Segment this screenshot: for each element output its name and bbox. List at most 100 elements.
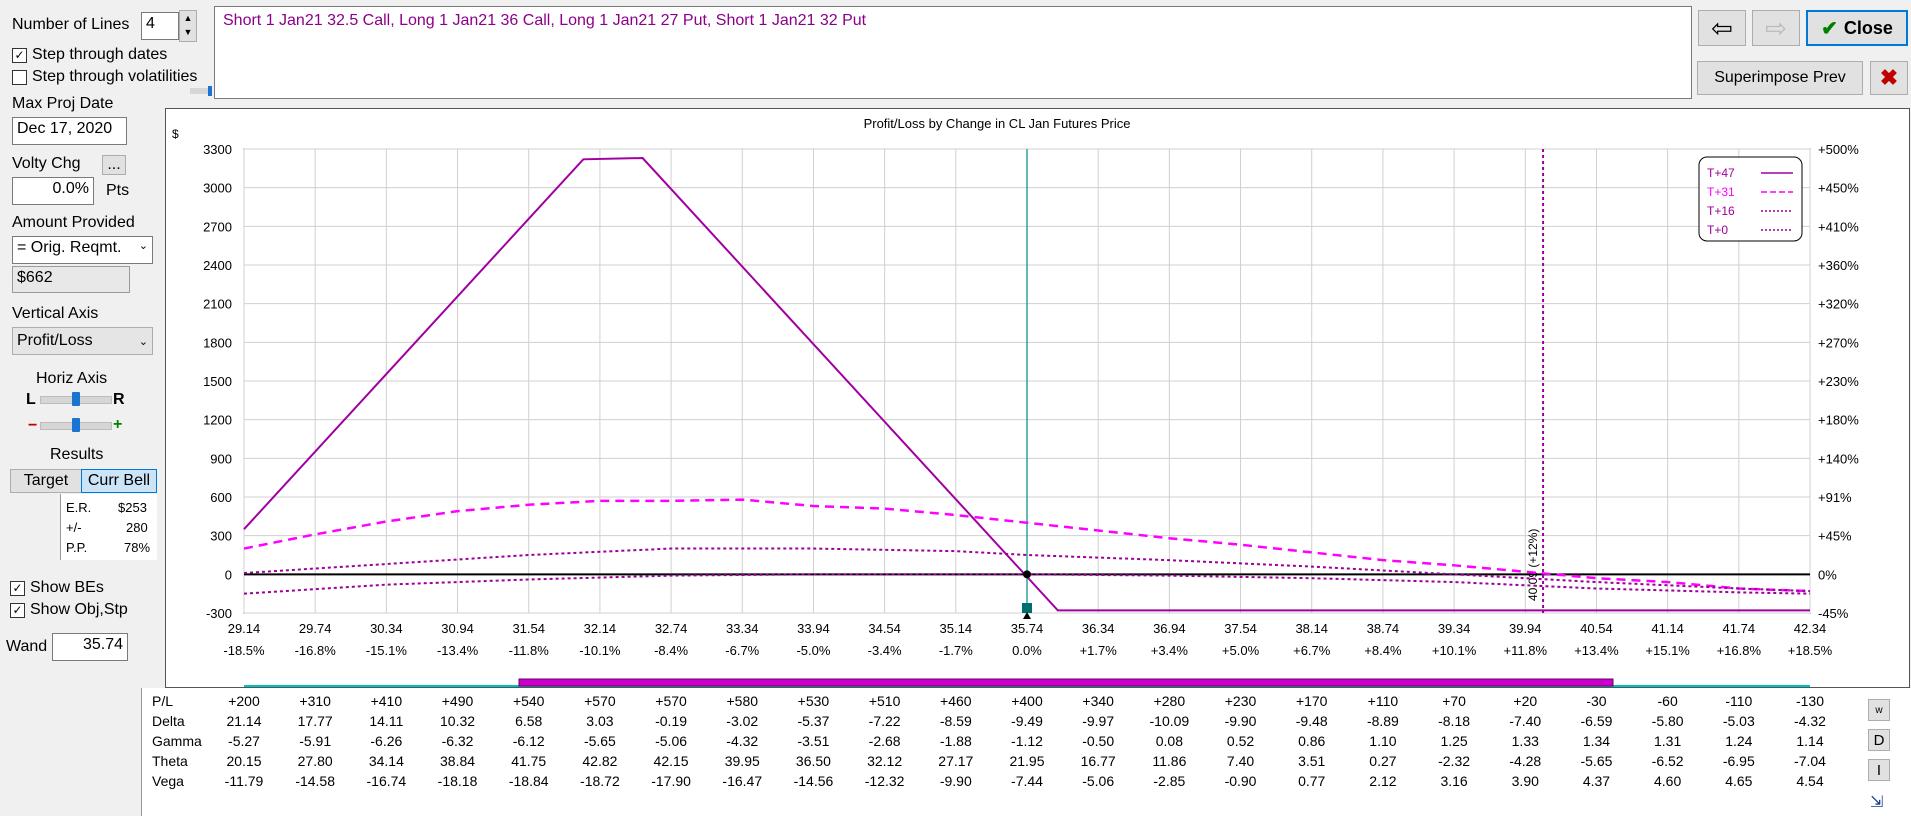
greek-cell: +510 bbox=[868, 693, 901, 709]
export-icon[interactable]: ⇲ bbox=[1870, 792, 1883, 812]
right-tick-label: +140% bbox=[1818, 451, 1859, 466]
x-tick-label: 41.74 bbox=[1723, 621, 1756, 636]
x-pct-label: +8.4% bbox=[1364, 643, 1402, 658]
x-tick-label: 37.54 bbox=[1224, 621, 1257, 636]
greeks-side-button[interactable]: D bbox=[1868, 729, 1890, 751]
greek-cell: -12.32 bbox=[864, 773, 905, 789]
number-of-lines-label: Number of Lines bbox=[12, 16, 130, 33]
wand-marker bbox=[1022, 603, 1032, 613]
show-bes-checkbox[interactable]: ✓ Show BEs bbox=[10, 579, 104, 597]
right-tick-label: +180% bbox=[1818, 413, 1859, 428]
horiz-l-label: L bbox=[26, 391, 36, 408]
show-obj-checkbox[interactable]: ✓ Show Obj,Stp bbox=[10, 601, 128, 619]
pp-label: P.P. bbox=[66, 540, 88, 555]
x-tick-label: 36.94 bbox=[1153, 621, 1186, 636]
pm-value: 280 bbox=[126, 520, 148, 535]
y-tick-label: 0 bbox=[225, 567, 232, 582]
y-axis-label: $ bbox=[172, 127, 179, 141]
close-icon: ✖ bbox=[1879, 65, 1899, 90]
greek-cell: -4.32 bbox=[1794, 713, 1826, 729]
greek-cell: +110 bbox=[1367, 693, 1399, 709]
volty-more-button[interactable]: ... bbox=[102, 155, 126, 175]
breakeven-point bbox=[1023, 570, 1031, 579]
slider-thumb[interactable] bbox=[72, 392, 80, 406]
slider-thumb[interactable] bbox=[72, 418, 80, 432]
greek-cell: -14.58 bbox=[295, 773, 336, 789]
step-vols-checkbox[interactable]: Step through volatilities bbox=[12, 68, 197, 86]
greek-cell: 4.60 bbox=[1654, 773, 1682, 789]
range-bar-magenta bbox=[518, 678, 1614, 687]
greek-cell: 4.37 bbox=[1582, 773, 1611, 789]
target-tab[interactable]: Target bbox=[10, 469, 82, 493]
x-pct-label: -1.7% bbox=[939, 643, 973, 658]
greek-cell: -11.79 bbox=[224, 773, 264, 789]
legend-entry-label: T+31 bbox=[1707, 185, 1735, 199]
curr-bell-tab[interactable]: Curr Bell bbox=[81, 469, 157, 493]
greek-cell: 11.86 bbox=[1152, 753, 1187, 769]
greek-cell: +170 bbox=[1295, 693, 1328, 709]
step-dates-checkbox[interactable]: ✓ Step through dates bbox=[12, 46, 167, 64]
greek-cell: -130 bbox=[1795, 693, 1825, 709]
number-spinner[interactable]: ▲ ▼ bbox=[179, 10, 197, 42]
check-icon: ✓ bbox=[10, 602, 25, 618]
right-tick-label: +91% bbox=[1818, 490, 1852, 505]
x-pct-label: -3.4% bbox=[868, 643, 902, 658]
position-description[interactable]: Short 1 Jan21 32.5 Call, Long 1 Jan21 36… bbox=[214, 6, 1692, 99]
x-tick-label: 38.74 bbox=[1367, 621, 1400, 636]
greek-cell: 6.58 bbox=[515, 713, 543, 729]
vertical-axis-label: Vertical Axis bbox=[12, 305, 99, 322]
greek-row-label: Vega bbox=[152, 773, 184, 789]
close-button[interactable]: ✔ Close bbox=[1806, 10, 1908, 46]
amount-provided-select[interactable]: = Orig. Reqmt. ⌄ bbox=[12, 236, 153, 264]
horiz-r-label: R bbox=[113, 391, 125, 408]
greek-cell: 38.84 bbox=[440, 753, 476, 769]
x-pct-label: +10.1% bbox=[1432, 643, 1477, 658]
greeks-side-button[interactable]: w bbox=[1868, 699, 1890, 721]
superimpose-button[interactable]: Superimpose Prev bbox=[1697, 61, 1863, 95]
greek-cell: 3.16 bbox=[1440, 773, 1468, 789]
greek-cell: -7.44 bbox=[1011, 773, 1043, 789]
x-pct-label: +6.7% bbox=[1293, 643, 1331, 658]
x-pct-label: +15.1% bbox=[1645, 643, 1690, 658]
max-proj-date-field[interactable]: Dec 17, 2020 bbox=[12, 117, 127, 145]
zoom-plus-label: + bbox=[113, 416, 123, 433]
x-tick-label: 31.54 bbox=[512, 621, 545, 636]
greek-row-label: Gamma bbox=[152, 733, 202, 749]
greek-cell: 20.15 bbox=[226, 753, 262, 769]
greek-cell: 3.90 bbox=[1511, 773, 1539, 789]
vertical-axis-select[interactable]: Profit/Loss ⌄ bbox=[12, 327, 153, 355]
greek-cell: 41.75 bbox=[511, 753, 547, 769]
greek-cell: 10.32 bbox=[440, 713, 476, 729]
y-tick-label: 2400 bbox=[203, 258, 232, 273]
greek-cell: 17.77 bbox=[297, 713, 333, 729]
greek-cell: -2.32 bbox=[1438, 753, 1471, 769]
forward-arrow-button[interactable]: ⇨ bbox=[1752, 10, 1800, 46]
horiz-zoom-slider[interactable] bbox=[40, 418, 112, 432]
amount-value-field: $662 bbox=[12, 266, 130, 293]
chart-title: Profit/Loss by Change in CL Jan Futures … bbox=[864, 116, 1131, 131]
greek-cell: -3.51 bbox=[797, 733, 830, 749]
number-of-lines-field[interactable]: 4 bbox=[141, 12, 179, 40]
greek-cell: -6.32 bbox=[441, 733, 474, 749]
greeks-left-border bbox=[141, 688, 142, 816]
arrow-right-icon: ⇨ bbox=[1765, 13, 1787, 43]
right-tick-label: +270% bbox=[1818, 335, 1859, 350]
volty-unit-label: Pts bbox=[106, 182, 130, 199]
horiz-shift-slider[interactable] bbox=[40, 392, 112, 406]
greek-cell: -6.95 bbox=[1722, 753, 1755, 769]
wand-field[interactable]: 35.74 bbox=[52, 633, 128, 661]
mini-slider-icon[interactable] bbox=[190, 86, 212, 96]
cancel-button[interactable]: ✖ bbox=[1870, 61, 1908, 95]
greek-cell: -10.09 bbox=[1149, 713, 1190, 729]
greeks-side-button[interactable]: I bbox=[1868, 759, 1890, 781]
greek-cell: 1.25 bbox=[1440, 733, 1468, 749]
greek-cell: -14.56 bbox=[793, 773, 834, 789]
profit-loss-chart[interactable]: Profit/Loss by Change in CL Jan Futures … bbox=[166, 109, 1909, 690]
volty-chg-field[interactable]: 0.0% bbox=[12, 177, 94, 205]
greek-cell: 34.14 bbox=[368, 753, 404, 769]
y-tick-label: 900 bbox=[210, 451, 232, 466]
y-tick-label: 2700 bbox=[203, 219, 232, 234]
right-tick-label: +500% bbox=[1818, 142, 1859, 157]
greek-cell: -5.91 bbox=[299, 733, 332, 749]
back-arrow-button[interactable]: ⇦ bbox=[1698, 10, 1746, 46]
